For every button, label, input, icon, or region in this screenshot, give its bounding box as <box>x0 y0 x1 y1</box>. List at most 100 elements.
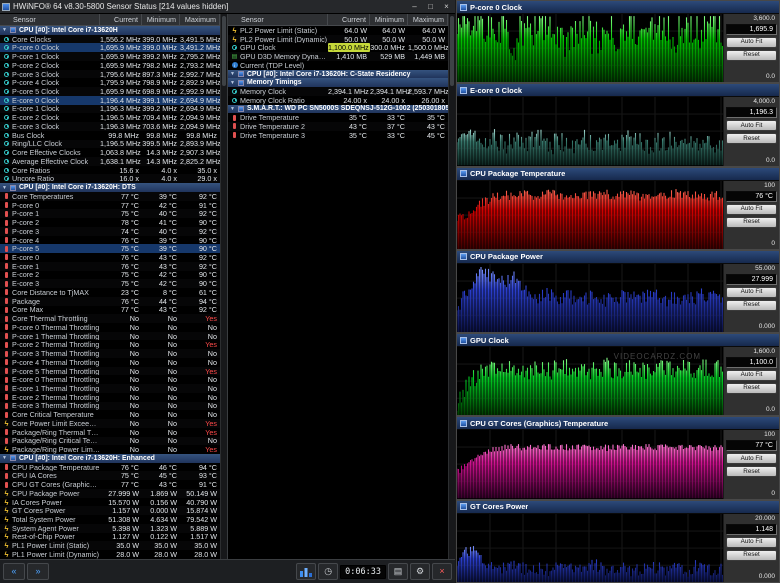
column-header-current[interactable]: Current <box>328 14 370 25</box>
sensor-row[interactable]: Drive Temperature35 °C33 °C35 °C <box>228 113 448 122</box>
sensor-row[interactable]: Core Ratios15.6 x4.0 x35.0 x <box>0 166 220 175</box>
section-header[interactable]: ▼CPU [#0]: Intel Core i7-13620H: DTS <box>0 183 220 192</box>
column-header-minimum[interactable]: Minimum <box>370 14 408 25</box>
sensor-row[interactable]: E-core 2 Thermal ThrottlingNoNoNo <box>0 393 220 402</box>
sensor-row[interactable]: P-core 3 Clock1,795.6 MHz897.3 MHz2,992.… <box>0 70 220 79</box>
sensor-row[interactable]: ϟPL2 Power Limit (Dynamic)50.0 W50.0 W50… <box>228 35 448 44</box>
sensor-row[interactable]: P-core 2 Thermal ThrottlingNoNoYes <box>0 340 220 349</box>
sensor-row[interactable]: Drive Temperature 243 °C37 °C43 °C <box>228 122 448 131</box>
sensor-row[interactable]: Core Effective Clocks1,063.8 MHz14.3 MHz… <box>0 148 220 157</box>
sensor-row[interactable]: ϟTotal System Power51.308 W4.634 W79.542… <box>0 515 220 524</box>
window-titlebar[interactable]: HWiNFO® 64 v8.30-5800 Sensor Status [214… <box>0 0 455 14</box>
settings-toolbar-button[interactable]: ⚙ <box>410 563 430 580</box>
next-page-button[interactable]: » <box>27 563 49 580</box>
sensor-row[interactable]: ϟCPU Package Power27.999 W1.869 W50.149 … <box>0 489 220 498</box>
sensor-row[interactable]: Core Thermal ThrottlingNoNoYes <box>0 314 220 323</box>
auto-fit-button[interactable]: Auto Fit <box>726 453 777 464</box>
sensor-row[interactable]: iCurrent (TDP Level) <box>228 61 448 70</box>
section-header[interactable]: ▼CPU [#0]: Intel Core i7-13620H: Enhance… <box>0 454 220 463</box>
sensor-row[interactable]: E-core 1 Thermal ThrottlingNoNoNo <box>0 384 220 393</box>
sensor-row[interactable]: P-core 1 Thermal ThrottlingNoNoNo <box>0 332 220 341</box>
auto-fit-button[interactable]: Auto Fit <box>726 120 777 131</box>
sensor-row[interactable]: Core Distance to TjMAX23 °C8 °C61 °C <box>0 288 220 297</box>
sensor-row[interactable]: Uncore Ratio16.0 x4.0 x29.0 x <box>0 174 220 183</box>
sensor-row[interactable]: P-core 5 Clock1,695.9 MHz698.9 MHz2,992.… <box>0 87 220 96</box>
sensor-row[interactable]: P-core 3 Thermal ThrottlingNoNoNo <box>0 349 220 358</box>
sensor-row[interactable]: ϟIA Cores Power15.570 W0.156 W40.790 W <box>0 498 220 507</box>
sensor-row[interactable]: ϟPackage/Ring Power Limit Exce...NoNoYes <box>0 445 220 454</box>
auto-fit-button[interactable]: Auto Fit <box>726 370 777 381</box>
reset-button[interactable]: Reset <box>726 50 777 61</box>
auto-fit-button[interactable]: Auto Fit <box>726 204 777 215</box>
sensor-row[interactable]: Core Max77 °C43 °C92 °C <box>0 306 220 315</box>
sensor-row[interactable]: ϟGT Cores Power1.157 W0.000 W15.874 W <box>0 506 220 515</box>
column-header-sensor[interactable]: Sensor <box>0 14 100 25</box>
sensor-row[interactable]: Package/Ring Thermal ThrottlingNoNoYes <box>0 428 220 437</box>
sensor-row[interactable]: P-core 2 Clock1,695.9 MHz798.2 MHz2,793.… <box>0 61 220 70</box>
reset-button[interactable]: Reset <box>726 466 777 477</box>
sensor-row[interactable]: E-core 375 °C42 °C90 °C <box>0 279 220 288</box>
sensor-row[interactable]: P-core 077 °C42 °C91 °C <box>0 201 220 210</box>
reset-button[interactable]: Reset <box>726 133 777 144</box>
sensor-row[interactable]: P-core 4 Thermal ThrottlingNoNoNo <box>0 358 220 367</box>
sensor-row[interactable]: ϟPL1 Power Limit (Static)35.0 W35.0 W35.… <box>0 541 220 550</box>
graph-titlebar[interactable]: E-core 0 Clock <box>457 84 779 97</box>
sensor-row[interactable]: E-core 275 °C42 °C90 °C <box>0 271 220 280</box>
logging-toolbar-button[interactable]: ◷ <box>318 563 338 580</box>
section-header[interactable]: ▼S.M.A.R.T.: WD PC SN5000S SDEQNSJ-512G-… <box>228 105 448 114</box>
sensor-row[interactable]: ϟSystem Agent Power5.398 W1.323 W5.889 W <box>0 524 220 533</box>
sensor-row[interactable]: Memory Clock Ratio24.00 x24.00 x26.00 x <box>228 96 448 105</box>
sensor-row[interactable]: CPU GT Cores (Graphics) Temper...77 °C43… <box>0 480 220 489</box>
scrollbar-left[interactable] <box>220 14 227 559</box>
graph-titlebar[interactable]: P-core 0 Clock <box>457 1 779 14</box>
graph-titlebar[interactable]: GPU Clock <box>457 334 779 347</box>
sensor-row[interactable]: ϟPL1 Power Limit (Dynamic)28.0 W28.0 W28… <box>0 550 220 559</box>
sensor-row[interactable]: Core Critical TemperatureNoNoNo <box>0 410 220 419</box>
sensor-row[interactable]: P-core 175 °C40 °C92 °C <box>0 209 220 218</box>
auto-fit-button[interactable]: Auto Fit <box>726 37 777 48</box>
column-header-current[interactable]: Current <box>100 14 142 25</box>
scrollbar-thumb[interactable] <box>222 16 226 86</box>
sensor-row[interactable]: ϟPL2 Power Limit (Static)64.0 W64.0 W64.… <box>228 26 448 35</box>
sensor-row[interactable]: E-core 3 Clock1,196.3 MHz703.6 MHz2,094.… <box>0 122 220 131</box>
section-header[interactable]: ▼Memory Timings <box>228 78 448 87</box>
sensor-row[interactable]: P-core 1 Clock1,695.9 MHz399.2 MHz2,795.… <box>0 52 220 61</box>
sensor-row[interactable]: ϟRest-of-Chip Power1.127 W0.122 W1.517 W <box>0 533 220 542</box>
sensor-row[interactable]: ▤GPU D3D Memory Dynamic1,410 MB529 MB1,4… <box>228 52 448 61</box>
minimize-button[interactable]: – <box>408 2 421 11</box>
sensor-row[interactable]: E-core 176 °C43 °C92 °C <box>0 262 220 271</box>
column-header-maximum[interactable]: Maximum <box>408 14 448 25</box>
sensor-row[interactable]: E-core 076 °C43 °C92 °C <box>0 253 220 262</box>
reset-button[interactable]: Reset <box>726 383 777 394</box>
sensor-row[interactable]: P-core 476 °C39 °C90 °C <box>0 236 220 245</box>
sensor-row[interactable]: E-core 0 Clock1,196.4 MHz399.1 MHz2,694.… <box>0 96 220 105</box>
sensor-row[interactable]: GPU Clock1,100.0 MHz300.0 MHz1,500.0 MHz <box>228 43 448 52</box>
section-header[interactable]: ▼CPU [#0]: Intel Core i7-13620H <box>0 26 220 35</box>
auto-fit-button[interactable]: Auto Fit <box>726 537 777 548</box>
scrollbar-thumb[interactable] <box>450 16 454 86</box>
auto-fit-button[interactable]: Auto Fit <box>726 287 777 298</box>
sensor-row[interactable]: P-core 374 °C40 °C92 °C <box>0 227 220 236</box>
sensor-row[interactable]: ϟCore Power Limit ExceededNoNoYes <box>0 419 220 428</box>
graph-titlebar[interactable]: CPU GT Cores (Graphics) Temperature <box>457 417 779 430</box>
sensor-row[interactable]: P-core 0 Thermal ThrottlingNoNoNo <box>0 323 220 332</box>
sensor-row[interactable]: Average Effective Clock1,638.1 MHz14.3 M… <box>0 157 220 166</box>
sensor-row[interactable]: Drive Temperature 335 °C33 °C45 °C <box>228 131 448 140</box>
report-toolbar-button[interactable]: ▤ <box>388 563 408 580</box>
sensor-row[interactable]: P-core 278 °C41 °C90 °C <box>0 218 220 227</box>
graph-titlebar[interactable]: GT Cores Power <box>457 501 779 514</box>
prev-page-button[interactable]: « <box>3 563 25 580</box>
sensor-row[interactable]: Bus Clock99.8 MHz99.8 MHz99.8 MHz <box>0 131 220 140</box>
graphs-toolbar-button[interactable] <box>296 563 316 580</box>
graph-titlebar[interactable]: CPU Package Temperature <box>457 168 779 181</box>
column-header-maximum[interactable]: Maximum <box>180 14 220 25</box>
sensor-row[interactable]: Core Clocks1,556.2 MHz399.0 MHz3,491.5 M… <box>0 35 220 44</box>
column-header-minimum[interactable]: Minimum <box>142 14 180 25</box>
sensor-row[interactable]: E-core 1 Clock1,196.3 MHz399.2 MHz2,694.… <box>0 105 220 114</box>
close-sensors-button[interactable]: × <box>432 563 452 580</box>
sensor-row[interactable]: Ring/LLC Clock1,196.5 MHz399.5 MHz2,893.… <box>0 140 220 149</box>
sensor-row[interactable]: P-core 0 Clock1,695.9 MHz399.0 MHz3,491.… <box>0 43 220 52</box>
sensor-row[interactable]: E-core 2 Clock1,196.5 MHz709.4 MHz2,094.… <box>0 113 220 122</box>
sensor-row[interactable]: Memory Clock2,394.1 MHz2,394.1 MHz2,593.… <box>228 87 448 96</box>
close-button[interactable]: × <box>440 2 453 11</box>
